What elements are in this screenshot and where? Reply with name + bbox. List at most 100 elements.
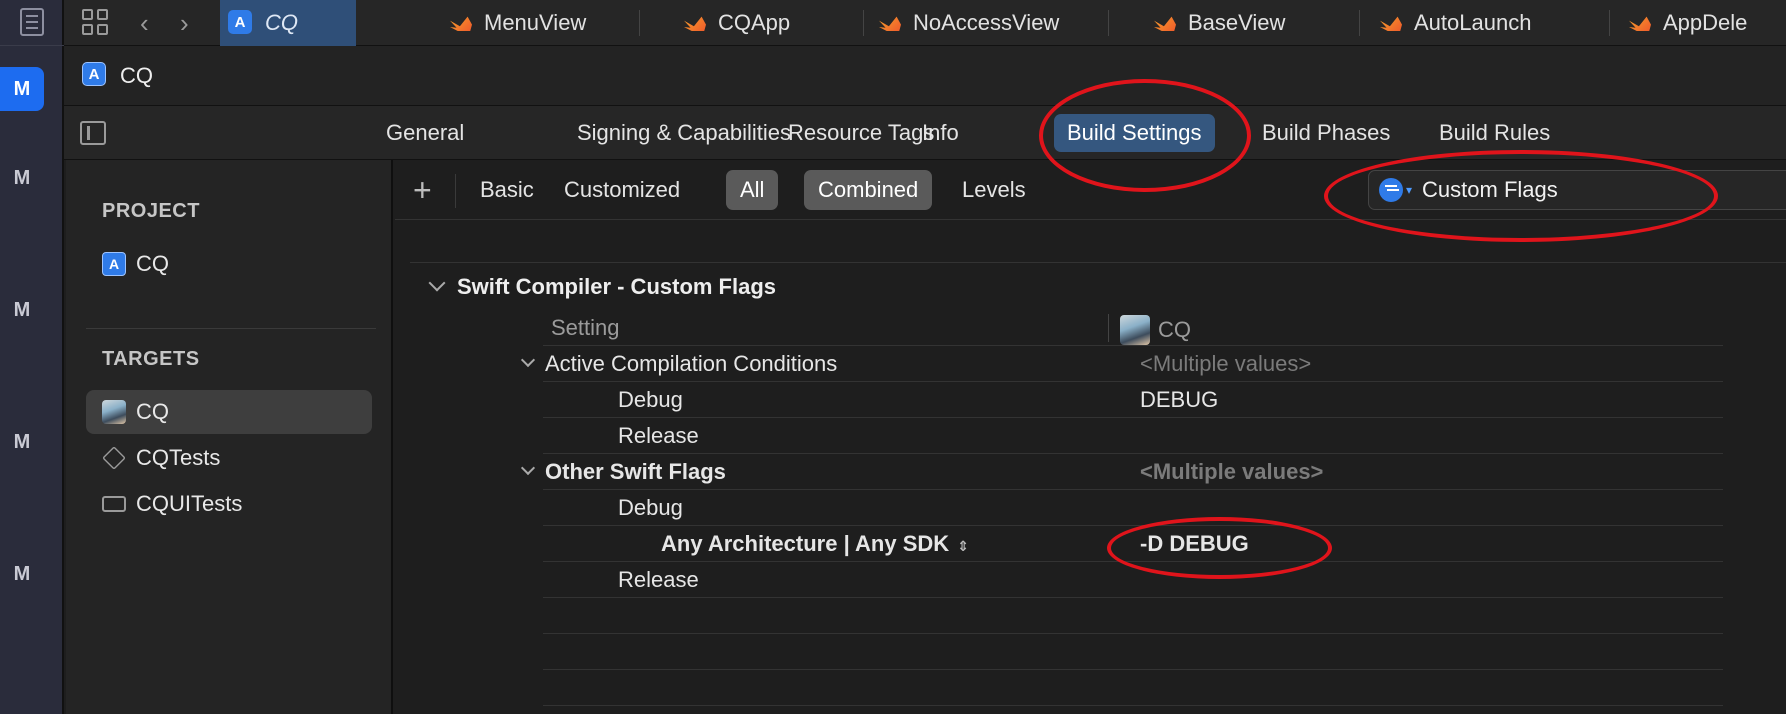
tab-noaccessview[interactable]: NoAccessView (879, 0, 1109, 46)
setting-label: Debug (618, 495, 683, 520)
tab-label: MenuView (484, 10, 587, 35)
project-title-bar: A CQ (64, 46, 1786, 106)
swift-file-icon (1154, 13, 1178, 33)
tab-appdelegate[interactable]: AppDele (1629, 0, 1769, 46)
strip-item-5[interactable]: M (0, 552, 44, 596)
table-row (543, 598, 1723, 634)
table-row[interactable]: Other Swift Flags <Multiple values> (520, 454, 1723, 490)
tab-label: BaseView (1188, 10, 1286, 35)
disclosure-icon (520, 460, 536, 476)
tab-cqapp[interactable]: CQApp (684, 0, 864, 46)
filter-icon[interactable] (1379, 178, 1403, 202)
tab-cq[interactable]: A CQ (220, 0, 356, 46)
setting-value: <Multiple values> (1140, 459, 1324, 484)
project-editor-tabs: General Signing & Capabilities Resource … (64, 106, 1786, 160)
tab-autolaunch[interactable]: AutoLaunch (1380, 0, 1610, 46)
header-setting: Setting (551, 315, 620, 340)
tab-signing-capabilities[interactable]: Signing & Capabilities (564, 114, 804, 152)
tab-info[interactable]: Info (909, 114, 972, 152)
strip-item-3[interactable]: M (0, 288, 44, 332)
setting-label: Other Swift Flags (520, 459, 726, 485)
section-header[interactable]: Swift Compiler - Custom Flags (428, 274, 777, 300)
editor-tab-bar: ‹ › A CQ MenuView CQApp NoAccessView Bas… (64, 0, 1786, 46)
navigator-toggle[interactable] (0, 0, 64, 46)
acc-label: Active Compilation Conditions (545, 351, 838, 376)
table-row[interactable]: Any Architecture | Any SDK ⇕ -D DEBUG (543, 526, 1723, 562)
osf-label: Other Swift Flags (545, 459, 726, 484)
forward-icon[interactable]: › (180, 8, 189, 38)
back-icon[interactable]: ‹ (140, 8, 149, 38)
table-row[interactable]: Release (543, 418, 1723, 454)
project-title: CQ (120, 63, 153, 88)
app-icon (1120, 315, 1150, 345)
disclosure-icon (520, 352, 536, 368)
tab-build-settings[interactable]: Build Settings (1054, 114, 1215, 152)
target-item-cqtests[interactable]: CQTests (86, 436, 372, 480)
targets-sidebar: PROJECT A CQ TARGETS CQ CQTests CQUITest… (66, 160, 393, 714)
tab-label: NoAccessView (913, 10, 1060, 35)
grid-icon[interactable] (82, 9, 110, 37)
xcode-project-icon: A (82, 62, 106, 86)
target-label: CQ (136, 399, 169, 424)
target-item-cquitests[interactable]: CQUITests (86, 482, 372, 526)
tab-label: AutoLaunch (1414, 10, 1532, 35)
tab-build-rules[interactable]: Build Rules (1426, 114, 1563, 152)
setting-label: Debug (618, 387, 683, 412)
tab-baseview[interactable]: BaseView (1154, 0, 1360, 46)
project-header: PROJECT (102, 200, 200, 222)
target-item-cq[interactable]: CQ (86, 390, 372, 434)
search-value: Custom Flags (1422, 177, 1558, 202)
disclosure-icon (428, 274, 446, 292)
setting-label: Release (618, 567, 699, 592)
filter-basic[interactable]: Basic (466, 170, 548, 210)
strip-item-2[interactable]: M (0, 156, 44, 200)
sidebar-toggle-icon[interactable] (80, 121, 106, 145)
app-icon (102, 400, 126, 424)
swift-file-icon (450, 13, 474, 33)
tab-label: CQ (265, 10, 298, 35)
tab-menuview[interactable]: MenuView (450, 0, 640, 46)
swift-file-icon (1380, 13, 1404, 33)
setting-label: Release (618, 423, 699, 448)
tab-general[interactable]: General (373, 114, 477, 152)
filter-customized[interactable]: Customized (550, 170, 694, 210)
target-label: CQUITests (136, 491, 243, 516)
filter-combined[interactable]: Combined (804, 170, 933, 210)
tab-label: AppDele (1663, 10, 1748, 35)
targets-header: TARGETS (102, 348, 200, 370)
xcode-project-icon: A (102, 252, 126, 276)
setting-value[interactable]: DEBUG (1140, 387, 1218, 413)
tab-label: CQApp (718, 10, 791, 35)
table-row[interactable]: Debug DEBUG (543, 382, 1723, 418)
build-settings-pane: + Basic Customized All Combined Levels ▾… (395, 160, 1786, 714)
search-field[interactable]: ▾ Custom Flags (1368, 170, 1786, 210)
table-row[interactable]: Release (543, 562, 1723, 598)
project-item-cq[interactable]: A CQ (86, 242, 372, 286)
strip-item-4[interactable]: M (0, 420, 44, 464)
filter-all[interactable]: All (726, 170, 779, 210)
table-row[interactable]: Debug (543, 490, 1723, 526)
filter-bar: + Basic Customized All Combined Levels ▾… (395, 160, 1786, 220)
strip-item-1[interactable]: M (0, 67, 44, 111)
table-row (543, 670, 1723, 706)
setting-label: Active Compilation Conditions (520, 351, 838, 377)
table-row[interactable]: Active Compilation Conditions <Multiple … (520, 346, 1723, 382)
setting-label[interactable]: Any Architecture | Any SDK ⇕ (661, 531, 969, 557)
header-target-label: CQ (1158, 317, 1191, 342)
filter-levels[interactable]: Levels (948, 170, 1040, 210)
ui-test-icon (102, 496, 126, 512)
target-label: CQTests (136, 445, 221, 470)
setting-value[interactable]: -D DEBUG (1140, 531, 1249, 557)
section-title: Swift Compiler - Custom Flags (457, 274, 777, 299)
up-down-chevron-icon: ⇕ (957, 538, 969, 554)
xcode-project-icon: A (228, 10, 252, 34)
project-item-label: CQ (136, 251, 169, 276)
table-row (543, 634, 1723, 670)
setting-value: <Multiple values> (1140, 351, 1312, 376)
swift-file-icon (1629, 13, 1653, 33)
arch-sdk-label: Any Architecture | Any SDK (661, 531, 950, 556)
unit-test-icon (102, 446, 126, 470)
add-setting-button[interactable]: + (413, 172, 432, 209)
table-header: Setting CQ (543, 310, 1723, 346)
tab-build-phases[interactable]: Build Phases (1249, 114, 1403, 152)
